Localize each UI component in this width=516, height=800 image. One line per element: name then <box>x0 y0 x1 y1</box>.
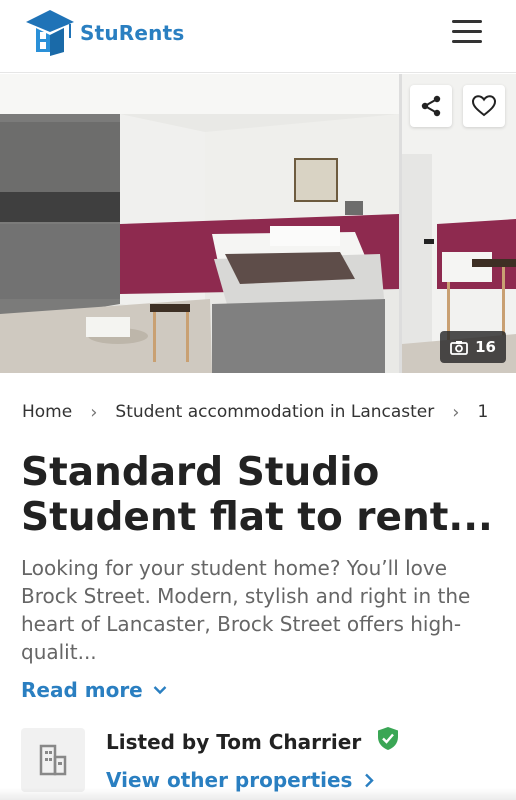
chevron-right-icon: › <box>452 401 460 423</box>
favourite-button[interactable] <box>463 85 505 127</box>
share-icon <box>421 95 441 117</box>
camera-icon <box>450 340 468 355</box>
page-title: Standard Studio Student flat to rent... <box>21 450 493 540</box>
photo-count-badge[interactable]: 16 <box>440 331 506 363</box>
listing-description: Looking for your student home? You’ll lo… <box>21 556 471 664</box>
chevron-down-icon <box>153 686 167 695</box>
site-header: StuRents <box>0 0 516 73</box>
hamburger-menu-icon[interactable] <box>452 20 484 44</box>
verified-shield-icon <box>378 726 399 750</box>
heart-icon <box>471 95 497 117</box>
building-icon <box>39 744 67 776</box>
photo-count-text: 16 <box>475 338 496 356</box>
listed-by-text: Listed by Tom Charrier <box>106 730 362 754</box>
breadcrumb-lancaster[interactable]: Student accommodation in Lancaster <box>115 402 434 422</box>
share-button[interactable] <box>410 85 452 127</box>
breadcrumb-home[interactable]: Home <box>22 402 72 422</box>
avatar[interactable] <box>21 728 85 792</box>
listed-by: Listed by Tom Charrier <box>106 726 399 754</box>
sturents-logo[interactable]: StuRents <box>24 8 184 58</box>
breadcrumb: Home › Student accommodation in Lancaste… <box>22 398 516 426</box>
photo-gallery[interactable]: 16 <box>0 74 516 373</box>
chevron-right-icon <box>365 773 375 787</box>
chevron-right-icon: › <box>90 401 98 423</box>
logo-mortarboard-icon <box>26 10 74 56</box>
breadcrumb-current[interactable]: 1 <box>477 402 488 422</box>
bottom-shadow <box>0 788 516 800</box>
main-property-photo[interactable] <box>0 74 399 373</box>
read-more-label: Read more <box>21 678 143 702</box>
read-more-button[interactable]: Read more <box>21 678 167 702</box>
brand-name: StuRents <box>80 21 185 45</box>
